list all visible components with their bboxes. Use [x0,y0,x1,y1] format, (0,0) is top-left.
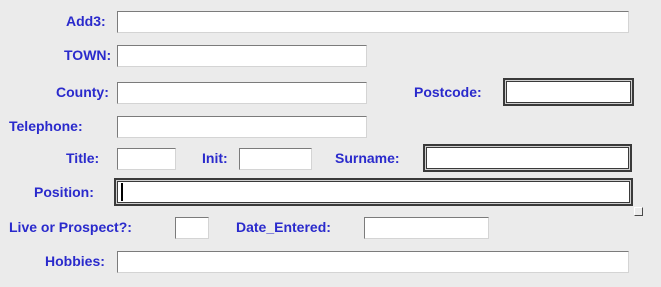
surname-label: Surname: [335,150,400,166]
county-field[interactable] [117,82,367,104]
postcode-field[interactable] [503,78,634,106]
date-entered-field[interactable] [364,217,489,239]
add3-label: Add3: [66,13,106,29]
hobbies-label: Hobbies: [45,253,105,269]
init-label: Init: [202,150,228,166]
telephone-label: Telephone: [9,118,83,134]
surname-field[interactable] [423,144,632,172]
add3-field[interactable] [117,11,629,33]
text-cursor [121,183,123,201]
telephone-field[interactable] [117,116,367,138]
resize-handle-icon[interactable] [634,207,643,216]
title-label: Title: [66,150,100,166]
position-field[interactable] [114,178,633,206]
hobbies-field[interactable] [117,251,629,273]
county-label: County: [56,84,109,100]
town-field[interactable] [117,45,367,67]
init-field[interactable] [239,148,312,170]
record-form: Add3: TOWN: County: Postcode: Telephone:… [0,0,661,287]
title-field[interactable] [117,148,176,170]
position-label: Position: [34,184,94,200]
live-or-prospect-field[interactable] [175,217,209,239]
town-label: TOWN: [64,47,112,63]
live-or-prospect-label: Live or Prospect?: [9,219,132,235]
postcode-label: Postcode: [414,84,482,100]
date-entered-label: Date_Entered: [236,219,331,235]
